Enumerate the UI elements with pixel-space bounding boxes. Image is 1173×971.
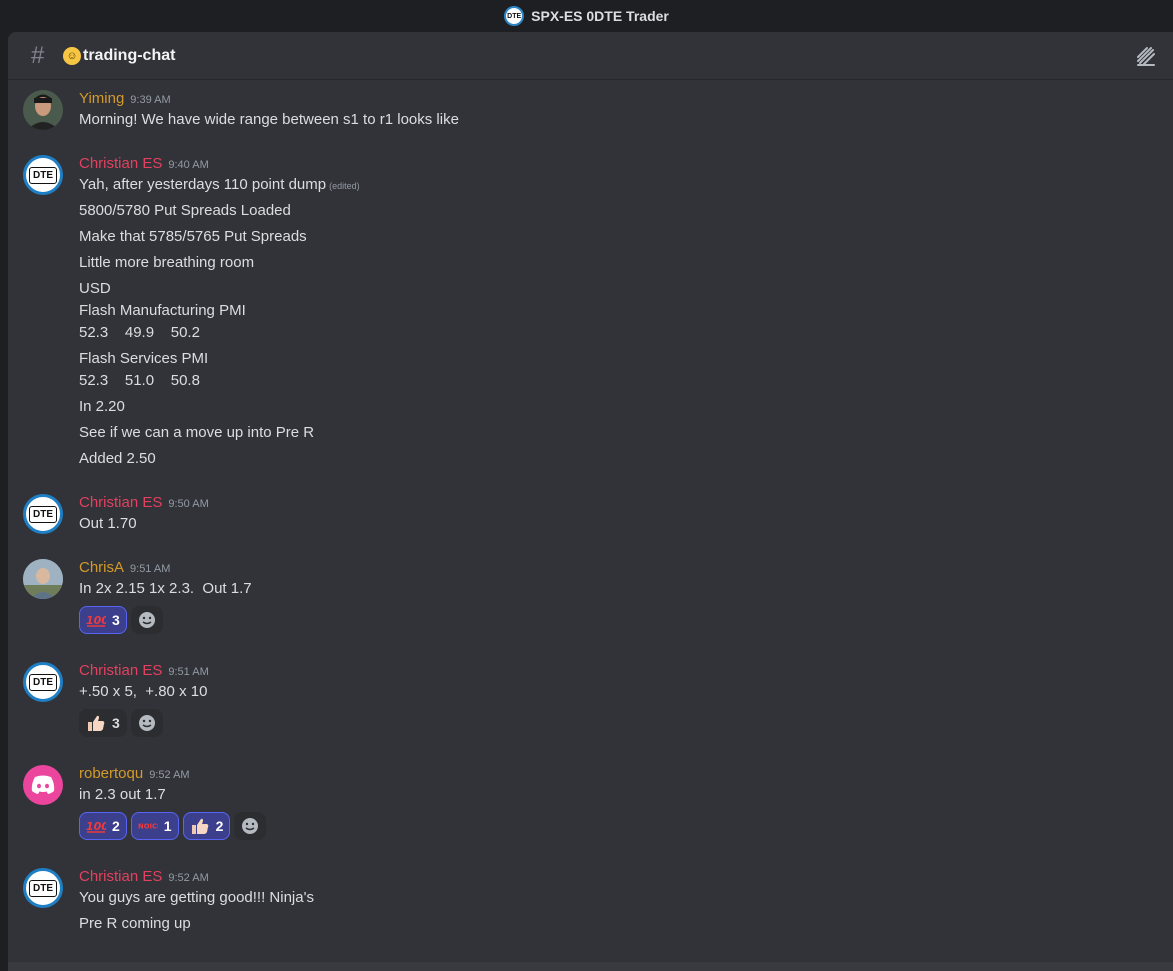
dte-logo-icon: DTE — [29, 166, 57, 184]
username[interactable]: Yiming 9:39 AM — [79, 90, 171, 107]
thumbs-up-emoji-icon — [190, 817, 210, 835]
person-avatar-icon — [23, 90, 63, 130]
avatar-christian-es[interactable]: DTE — [23, 662, 63, 702]
message-text: Pre R coming up — [79, 915, 191, 932]
message-text: Added 2.50 — [79, 450, 156, 467]
author-name[interactable]: Christian ES — [79, 494, 162, 511]
hundred-points-emoji-icon: 100 — [86, 611, 106, 629]
reaction-thumbs-up[interactable]: 3 — [79, 709, 127, 737]
username[interactable]: robertoqu 9:52 AM — [79, 765, 190, 782]
username[interactable]: Christian ES 9:50 AM — [79, 494, 209, 511]
reaction-hundred-points[interactable]: 100 3 — [79, 606, 127, 634]
reaction-count: 2 — [112, 818, 120, 834]
reactions-bar: 3 — [79, 709, 163, 737]
add-reaction-button[interactable] — [130, 606, 163, 634]
svg-text:100: 100 — [86, 614, 106, 627]
grinning-face-emoji-icon: ☺ — [63, 46, 81, 65]
avatar-christian-es[interactable]: DTE — [23, 155, 63, 195]
hundred-points-emoji-icon: 100 — [86, 817, 106, 835]
smiley-icon — [138, 612, 155, 628]
message-text: Morning! We have wide range between s1 t… — [79, 111, 459, 128]
message-text: In 2.20 — [79, 398, 125, 415]
reaction-count: 3 — [112, 715, 120, 731]
edited-label: (edited) — [329, 181, 360, 191]
chat-main: # ☺ trading-chat Yiming 9:39 AM Morning!… — [8, 32, 1173, 971]
author-name[interactable]: ChrisA — [79, 559, 124, 576]
reaction-hundred-points[interactable]: 100 2 — [79, 812, 127, 840]
message-text: +.50 x 5, +.80 x 10 — [79, 683, 208, 700]
reaction-count: 2 — [215, 818, 224, 834]
username[interactable]: ChrisA 9:51 AM — [79, 559, 170, 576]
timestamp: 9:51 AM — [130, 563, 171, 575]
reaction-thumbs-up[interactable]: 2 — [182, 812, 231, 840]
thumbs-up-emoji-icon — [86, 714, 106, 732]
message-composer-edge — [8, 962, 1173, 971]
author-name[interactable]: Christian ES — [79, 868, 162, 885]
channel-hash-icon: # — [31, 41, 45, 69]
reactions-bar: 100 2 NOICE 1 2 — [79, 812, 267, 840]
message-text: In 2x 2.15 1x 2.3. Out 1.7 — [79, 580, 252, 597]
username[interactable]: Christian ES 9:40 AM — [79, 155, 209, 172]
message-text: 5800/5780 Put Spreads Loaded — [79, 202, 291, 219]
message-text: Out 1.70 — [79, 515, 137, 532]
message-text: 52.3 51.0 50.8 — [79, 372, 200, 389]
message-text: See if we can a move up into Pre R — [79, 424, 315, 441]
channel-header: # ☺ trading-chat — [8, 32, 1173, 80]
avatar-christian-es[interactable]: DTE — [23, 868, 63, 908]
timestamp: 9:52 AM — [149, 769, 190, 781]
author-name[interactable]: Yiming — [79, 90, 124, 107]
username[interactable]: Christian ES 9:51 AM — [79, 662, 209, 679]
timestamp: 9:50 AM — [168, 498, 209, 510]
message-text: Flash Manufacturing PMI — [79, 302, 246, 319]
reaction-noice[interactable]: NOICE 1 — [130, 812, 179, 840]
avatar-yiming[interactable] — [23, 90, 63, 130]
message-text: 52.3 49.9 50.2 — [79, 324, 200, 341]
username[interactable]: Christian ES 9:52 AM — [79, 868, 209, 885]
window-titlebar: DTE SPX-ES 0DTE Trader — [0, 0, 1173, 32]
reaction-count: 1 — [163, 818, 172, 834]
person-avatar-icon — [23, 559, 63, 599]
server-logo-icon: DTE — [504, 6, 525, 26]
channel-name: trading-chat — [83, 46, 176, 64]
dte-logo-icon: DTE — [29, 505, 57, 523]
message-line: Yah, after yesterdays 110 point dump — [79, 176, 327, 193]
smiley-icon — [242, 818, 259, 834]
message-text: Yah, after yesterdays 110 point dump (edi… — [79, 176, 360, 193]
author-name[interactable]: Christian ES — [79, 155, 162, 172]
svg-text:100: 100 — [86, 820, 106, 833]
discord-logo-icon — [31, 775, 55, 794]
message-text: Make that 5785/5765 Put Spreads — [79, 228, 307, 245]
message-text: You guys are getting good!!! Ninja's — [79, 889, 314, 906]
message-text: USD — [79, 280, 111, 297]
dte-logo-icon: DTE — [29, 879, 57, 897]
avatar-robertoqu[interactable] — [23, 765, 63, 805]
message-text: Little more breathing room — [79, 254, 255, 271]
add-reaction-button[interactable] — [234, 812, 267, 840]
window-title: SPX-ES 0DTE Trader — [531, 8, 669, 24]
timestamp: 9:51 AM — [168, 666, 209, 678]
author-name[interactable]: robertoqu — [79, 765, 143, 782]
noice-emoji-icon: NOICE — [138, 817, 158, 835]
author-name[interactable]: Christian ES — [79, 662, 162, 679]
message-text: in 2.3 out 1.7 — [79, 786, 166, 803]
dte-logo-icon: DTE — [29, 673, 57, 691]
threads-icon[interactable] — [1135, 45, 1157, 67]
smiley-icon — [138, 715, 155, 731]
avatar-chrisa[interactable] — [23, 559, 63, 599]
timestamp: 9:52 AM — [168, 872, 209, 884]
timestamp: 9:39 AM — [130, 94, 171, 106]
reaction-count: 3 — [112, 612, 120, 628]
reactions-bar: 100 3 — [79, 606, 163, 634]
timestamp: 9:40 AM — [168, 159, 209, 171]
svg-text:NOICE: NOICE — [138, 823, 158, 831]
avatar-christian-es[interactable]: DTE — [23, 494, 63, 534]
message-text: Flash Services PMI — [79, 350, 209, 367]
add-reaction-button[interactable] — [130, 709, 163, 737]
